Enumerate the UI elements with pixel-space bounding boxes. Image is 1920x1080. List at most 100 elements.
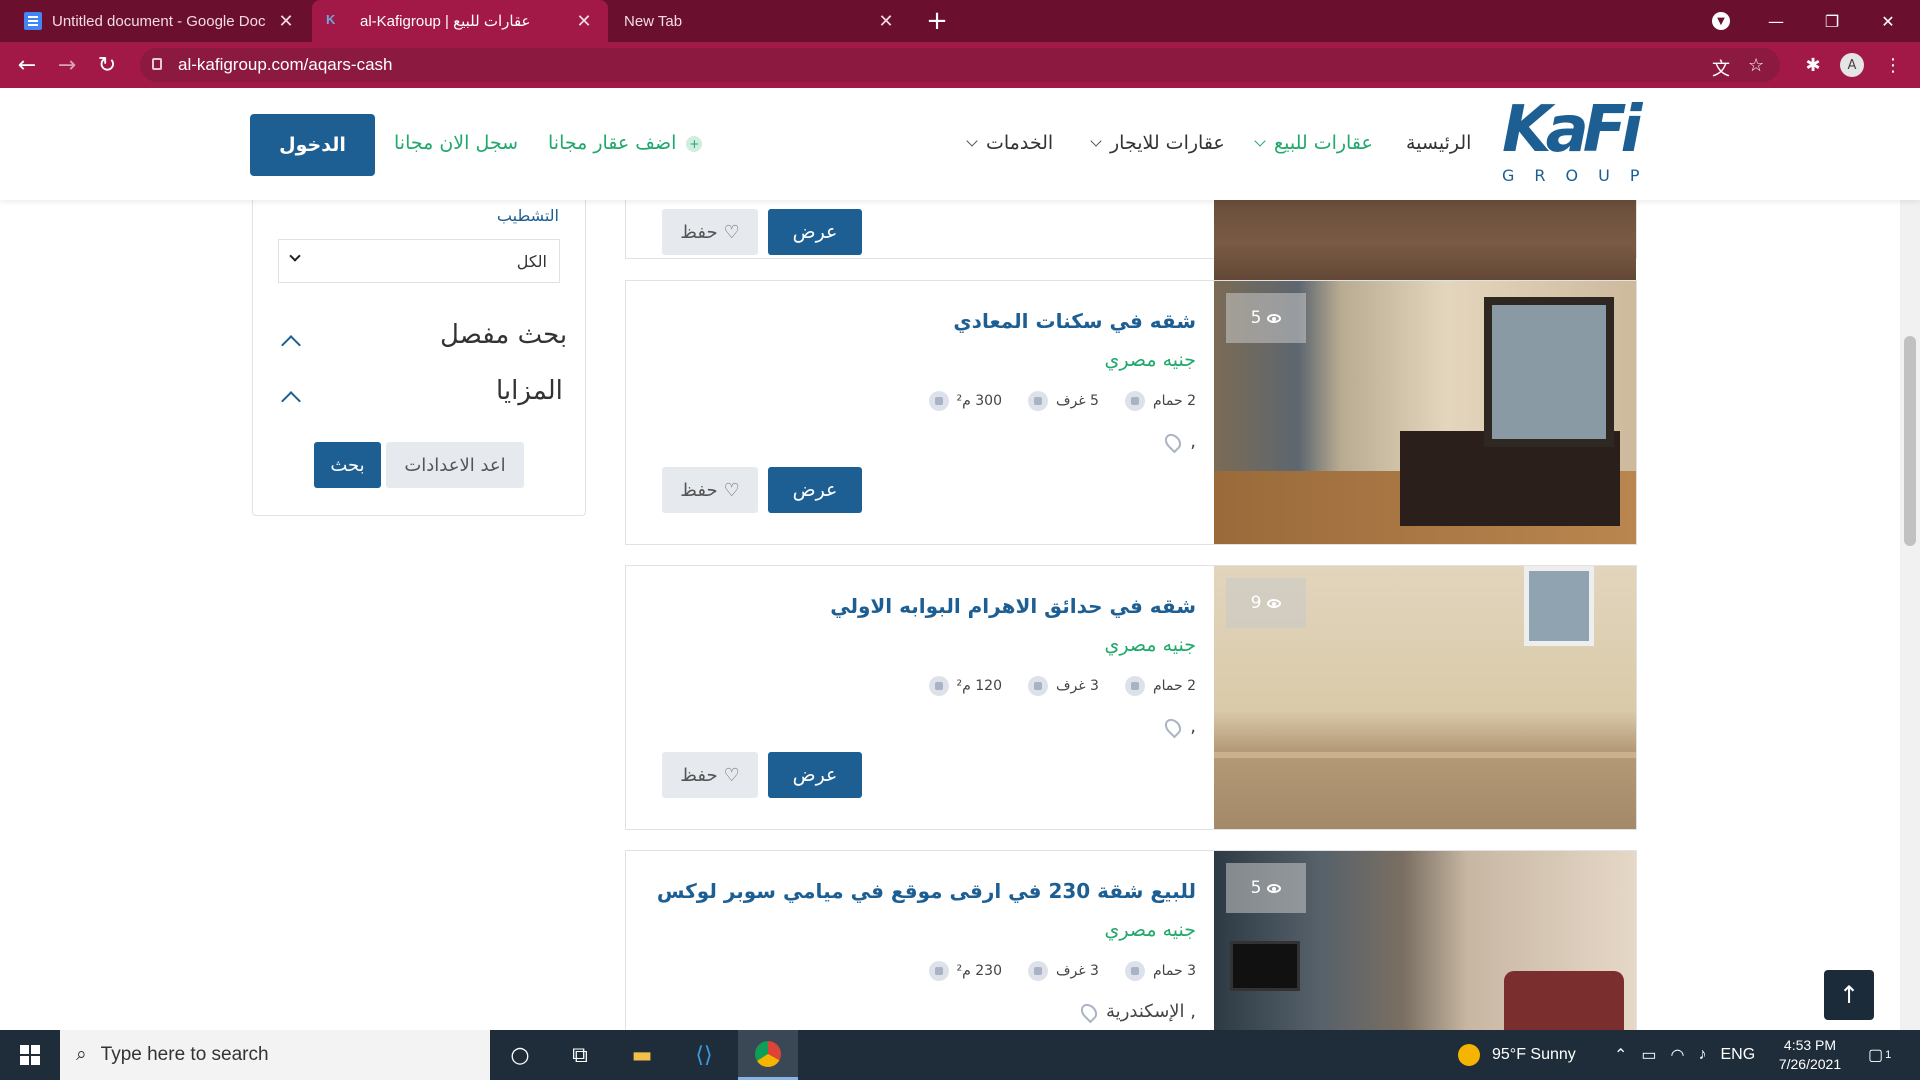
tab-al-kafigroup[interactable]: K al-Kafigroup | عقارات للبيع ✕ [312, 0, 608, 42]
close-icon[interactable]: ✕ [574, 11, 594, 32]
minimize-button[interactable]: — [1748, 0, 1804, 42]
listing-price: جنيه مصري [1104, 919, 1196, 941]
nav-services[interactable]: الخدمات [966, 132, 1053, 154]
tab-title: New Tab [624, 12, 683, 30]
feature-rooms: 5 غرف [1028, 391, 1099, 411]
bed-icon [1028, 391, 1048, 411]
nav-home[interactable]: الرئيسية [1406, 132, 1471, 154]
rooms-value: 3 غرف [1056, 678, 1099, 694]
chevron-down-icon [966, 135, 978, 147]
reset-button[interactable]: اعد الاعدادات [386, 442, 524, 488]
address-bar[interactable]: al-kafigroup.com/aqars-cash 文 ☆ [140, 48, 1780, 82]
feature-baths: 3 حمام [1124, 961, 1196, 981]
view-button[interactable]: عرض [768, 209, 862, 255]
sun-icon [1458, 1044, 1480, 1066]
chevron-up-icon[interactable]: ⌃ [1614, 1045, 1627, 1065]
heart-icon: ♡ [723, 221, 740, 243]
listing-location: , الإسكندرية [1077, 1000, 1196, 1023]
heart-icon: ♡ [723, 764, 740, 786]
start-button[interactable] [0, 1030, 60, 1080]
weather-text: 95°F Sunny [1492, 1046, 1576, 1063]
vscode-icon[interactable]: ⟨⟩ [674, 1030, 734, 1080]
battery-icon[interactable]: ▭ [1641, 1045, 1656, 1065]
advanced-search-heading[interactable]: بحث مفصل [440, 320, 567, 350]
url-text: al-kafigroup.com/aqars-cash [178, 55, 393, 74]
window-close-button[interactable]: ✕ [1860, 0, 1916, 42]
weather-widget[interactable]: 95°F Sunny [1458, 1030, 1576, 1080]
new-tab-button[interactable]: + [922, 0, 952, 42]
browser-tab-strip: Untitled document - Google Doc ✕ K al-Ka… [0, 0, 1920, 42]
scroll-to-top-button[interactable]: ↑ [1824, 970, 1874, 1020]
login-button[interactable]: الدخول [250, 114, 375, 176]
add-property-link[interactable]: اضف عقار مجانا + [548, 132, 703, 154]
cortana-icon[interactable]: ○ [490, 1030, 550, 1080]
file-explorer-icon[interactable]: ▬ [612, 1030, 672, 1080]
close-icon[interactable]: ✕ [276, 11, 296, 32]
wifi-icon[interactable]: ◠ [1671, 1045, 1685, 1065]
nav-for-rent-label: عقارات للايجار [1110, 132, 1225, 154]
system-tray: ⌃ ▭ ◠ ♪ ENG [1614, 1030, 1755, 1080]
extensions-icon[interactable]: ✱ [1800, 52, 1826, 78]
listing-title[interactable]: للبيع شقة 230 في ارقى موقع في ميامي سوبر… [657, 879, 1196, 903]
restore-button[interactable]: ❐ [1804, 0, 1860, 42]
back-button[interactable]: ← [12, 50, 42, 80]
listing-photo[interactable]: 5 [1214, 281, 1636, 544]
tab-new-tab[interactable]: New Tab ✕ [610, 0, 910, 42]
volume-icon[interactable]: ♪ [1699, 1046, 1707, 1064]
tab-search-icon[interactable]: ▼ [1712, 12, 1730, 30]
translate-icon[interactable]: 文 [1712, 55, 1730, 81]
view-count-badge: 5 [1226, 863, 1306, 913]
listing-photo[interactable]: 9 [1214, 566, 1636, 829]
reload-button[interactable]: ↻ [92, 50, 122, 80]
chrome-taskbar-icon[interactable] [738, 1030, 798, 1080]
listing-price: جنيه مصري [1104, 634, 1196, 656]
save-button[interactable]: حفظ ♡ [662, 467, 758, 513]
features-heading[interactable]: المزايا [496, 376, 563, 406]
baths-value: 2 حمام [1152, 393, 1196, 409]
view-count: 9 [1250, 593, 1262, 613]
notification-icon: ▢ [1868, 1047, 1884, 1064]
kafi-group-logo[interactable]: KaFi GROUP [1502, 98, 1650, 190]
close-icon[interactable]: ✕ [876, 11, 896, 32]
location-pin-icon [1161, 715, 1185, 738]
profile-avatar[interactable]: A [1840, 53, 1864, 77]
bath-icon [1124, 961, 1145, 981]
view-button[interactable]: عرض [768, 467, 862, 513]
listing-title[interactable]: شقه في سكنات المعادي [953, 309, 1196, 333]
view-button[interactable]: عرض [768, 752, 862, 798]
taskbar-search-box[interactable]: ⌕ Type here to search [60, 1030, 490, 1080]
register-link[interactable]: سجل الان مجانا [394, 132, 518, 154]
save-label: حفظ [680, 764, 718, 786]
listing-card: 5 للبيع شقة 230 في ارقى موقع في ميامي سو… [625, 850, 1637, 1030]
save-button[interactable]: حفظ ♡ [662, 209, 758, 255]
taskbar-clock[interactable]: 4:53 PM 7/26/2021 [1760, 1036, 1860, 1074]
rooms-value: 5 غرف [1056, 393, 1099, 409]
finishing-label: التشطيب [496, 206, 559, 225]
nav-for-rent[interactable]: عقارات للايجار [1090, 132, 1225, 154]
page-scrollbar[interactable] [1900, 88, 1920, 1030]
finishing-value: الكل [516, 252, 547, 271]
menu-kebab-icon[interactable]: ⋮ [1880, 52, 1906, 78]
view-count: 5 [1250, 878, 1262, 898]
task-view-icon[interactable]: ⧉ [550, 1030, 610, 1080]
area-icon [928, 391, 949, 411]
lock-icon[interactable] [152, 58, 162, 70]
notifications-button[interactable]: ▢ 1 [1868, 1030, 1891, 1080]
add-home-icon: + [686, 136, 703, 152]
search-placeholder: Type here to search [100, 1044, 269, 1065]
language-indicator[interactable]: ENG [1721, 1046, 1756, 1064]
tab-google-docs[interactable]: Untitled document - Google Doc ✕ [10, 0, 310, 42]
area-value: 300 م² [956, 393, 1002, 409]
nav-for-sale[interactable]: عقارات للبيع [1254, 132, 1373, 154]
search-button[interactable]: بحث [314, 442, 381, 488]
listing-title[interactable]: شقه في حدائق الاهرام البوابه الاولي [830, 594, 1196, 618]
listing-photo[interactable]: 5 [1214, 851, 1636, 1030]
finishing-select[interactable]: الكل [278, 239, 560, 283]
google-docs-icon [24, 12, 42, 30]
save-button[interactable]: حفظ ♡ [662, 752, 758, 798]
area-value: 230 م² [956, 963, 1002, 979]
scrollbar-thumb[interactable] [1904, 336, 1916, 546]
clock-date: 7/26/2021 [1778, 1056, 1842, 1072]
forward-button[interactable]: → [52, 50, 82, 80]
bookmark-star-icon[interactable]: ☆ [1748, 55, 1764, 76]
